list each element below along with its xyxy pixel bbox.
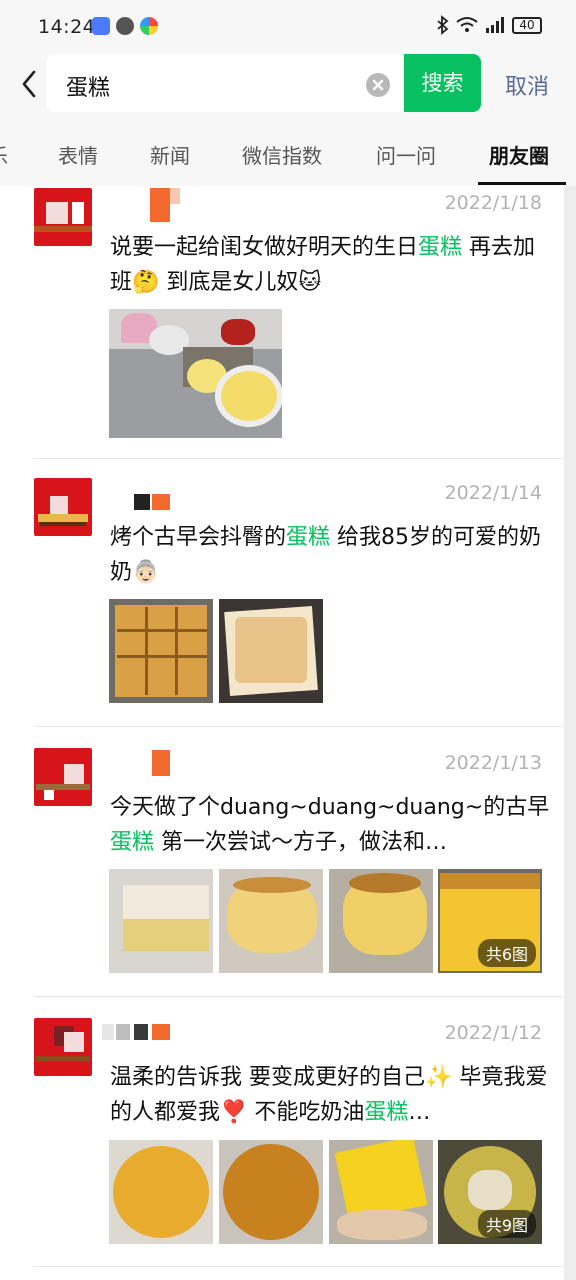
post-image[interactable] bbox=[109, 869, 213, 973]
post-text-part: 温柔的告诉我 要变成更好的自己✨ 毕竟我爱的人都爱我❣️ 不能吃奶油 bbox=[110, 1065, 548, 1125]
status-icons: 40 bbox=[436, 15, 542, 35]
scrollbar-track bbox=[564, 186, 576, 1280]
post-text: 烤个古早会抖臀的蛋糕 给我85岁的可爱的奶奶👵🏻 bbox=[110, 520, 550, 590]
moment-post[interactable]: 2022/1/14 烤个古早会抖臀的蛋糕 给我85岁的可爱的奶奶👵🏻 bbox=[0, 476, 564, 726]
post-date: 2022/1/18 bbox=[444, 192, 542, 214]
tab-moments[interactable]: 朋友圈 bbox=[489, 140, 549, 169]
post-date: 2022/1/13 bbox=[444, 752, 542, 774]
tab-news[interactable]: 新闻 bbox=[150, 140, 190, 169]
post-image[interactable] bbox=[219, 1140, 323, 1244]
post-text-part: 烤个古早会抖臀的 bbox=[110, 525, 287, 550]
post-divider bbox=[34, 1266, 564, 1267]
post-image[interactable]: 共9图 bbox=[438, 1140, 542, 1244]
avatar[interactable] bbox=[34, 188, 92, 246]
post-text: 今天做了个duang~duang~duang~的古早蛋糕 第一次尝试～方子，做法… bbox=[110, 790, 550, 860]
post-text: 温柔的告诉我 要变成更好的自己✨ 毕竟我爱的人都爱我❣️ 不能吃奶油蛋糕… bbox=[110, 1060, 550, 1130]
post-image[interactable] bbox=[109, 309, 282, 438]
status-bar: 14:24 40 bbox=[0, 0, 576, 52]
post-image[interactable] bbox=[109, 599, 213, 703]
highlighted-keyword[interactable]: 蛋糕 bbox=[110, 830, 154, 855]
app-notification-icon bbox=[140, 17, 158, 35]
post-image[interactable] bbox=[219, 599, 323, 703]
post-text-part: 今天做了个duang~duang~duang~的古早 bbox=[110, 795, 550, 820]
search-header: 蛋糕 搜索 取消 bbox=[0, 52, 576, 118]
highlighted-keyword[interactable]: 蛋糕 bbox=[418, 235, 462, 260]
post-image[interactable] bbox=[329, 1140, 433, 1244]
post-text-part: … bbox=[408, 1100, 431, 1125]
post-divider bbox=[34, 458, 564, 459]
wifi-icon bbox=[456, 17, 478, 32]
post-image[interactable] bbox=[219, 869, 323, 973]
post-date: 2022/1/14 bbox=[444, 482, 542, 504]
close-icon bbox=[372, 79, 384, 91]
search-query: 蛋糕 bbox=[66, 76, 111, 101]
active-tab-indicator bbox=[478, 182, 566, 185]
tab-wechat-index[interactable]: 微信指数 bbox=[242, 140, 322, 169]
image-count-badge: 共9图 bbox=[477, 1210, 536, 1238]
avatar[interactable] bbox=[34, 1018, 92, 1076]
post-divider bbox=[34, 996, 564, 997]
image-count-badge: 共6图 bbox=[477, 939, 536, 967]
moment-post[interactable]: 2022/1/13 今天做了个duang~duang~duang~的古早蛋糕 第… bbox=[0, 746, 564, 996]
moment-post[interactable]: 2022/1/18 说要一起给闺女做好明天的生日蛋糕 再去加班🤔 到底是女儿奴🐱 bbox=[0, 186, 564, 458]
search-input[interactable]: 蛋糕 bbox=[46, 54, 404, 112]
avatar[interactable] bbox=[34, 478, 92, 536]
post-date: 2022/1/12 bbox=[444, 1022, 542, 1044]
post-image[interactable]: 共6图 bbox=[438, 869, 542, 973]
clear-search-button[interactable] bbox=[366, 73, 390, 97]
post-image[interactable] bbox=[109, 1140, 213, 1244]
app-notification-icon bbox=[92, 17, 110, 35]
back-button[interactable] bbox=[16, 66, 44, 102]
tab-ask[interactable]: 问一问 bbox=[376, 140, 436, 169]
signal-icon bbox=[486, 17, 504, 33]
post-text: 说要一起给闺女做好明天的生日蛋糕 再去加班🤔 到底是女儿奴🐱 bbox=[110, 230, 550, 300]
search-button[interactable]: 搜索 bbox=[404, 54, 481, 112]
status-time: 14:24 bbox=[38, 16, 96, 38]
avatar[interactable] bbox=[34, 748, 92, 806]
search-category-tabs: 乐 表情 新闻 微信指数 问一问 朋友圈 bbox=[0, 118, 576, 186]
tab-music[interactable]: 乐 bbox=[0, 140, 8, 169]
highlighted-keyword[interactable]: 蛋糕 bbox=[286, 525, 330, 550]
highlighted-keyword[interactable]: 蛋糕 bbox=[364, 1100, 408, 1125]
battery-icon: 40 bbox=[512, 16, 542, 34]
post-text-part: 第一次尝试～方子，做法和… bbox=[154, 830, 448, 855]
moment-post[interactable]: 2022/1/12 温柔的告诉我 要变成更好的自己✨ 毕竟我爱的人都爱我❣️ 不… bbox=[0, 1016, 564, 1280]
battery-level: 40 bbox=[519, 17, 535, 32]
post-image[interactable] bbox=[329, 869, 433, 973]
chevron-left-icon bbox=[22, 70, 36, 98]
tab-stickers[interactable]: 表情 bbox=[58, 140, 98, 169]
app-notification-icon bbox=[116, 17, 134, 35]
cancel-button[interactable]: 取消 bbox=[505, 69, 549, 101]
post-text-part: 说要一起给闺女做好明天的生日 bbox=[110, 235, 419, 260]
post-divider bbox=[34, 726, 564, 727]
bluetooth-icon bbox=[437, 15, 449, 35]
